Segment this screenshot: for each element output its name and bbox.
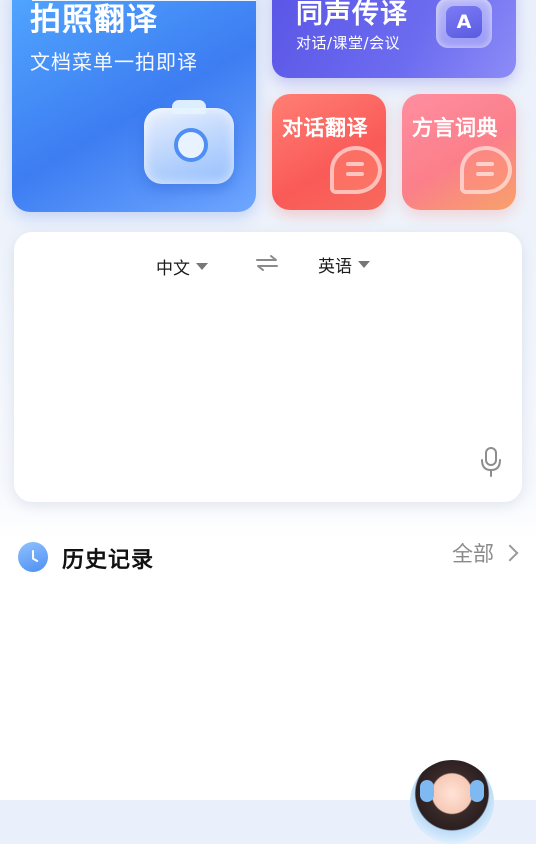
history-header: 历史记录 全部 (16, 538, 520, 578)
caret-down-icon (358, 261, 370, 268)
simultaneous-interpretation-title: 同声传译 (296, 0, 408, 30)
chevron-right-icon (501, 544, 519, 562)
dialect-dictionary-card[interactable]: 方言词典 (402, 94, 516, 210)
dialect-dictionary-title: 方言词典 (412, 116, 498, 140)
chat-bubble-icon (330, 146, 382, 194)
microphone-icon[interactable] (480, 446, 502, 478)
headphone-icon (420, 780, 434, 802)
camera-icon (144, 100, 234, 184)
translation-input-panel[interactable]: 中文 英语 (14, 232, 522, 502)
history-view-all-link[interactable]: 全部 (452, 538, 519, 568)
headphone-icon (470, 780, 484, 802)
chat-bubble-icon (460, 146, 512, 194)
source-language-label: 中文 (156, 259, 190, 279)
history-title: 历史记录 (62, 548, 155, 573)
target-language-label: 英语 (318, 257, 352, 277)
caret-down-icon (196, 263, 208, 270)
swap-icon[interactable] (254, 254, 280, 272)
clock-icon (18, 542, 48, 572)
dialog-translate-card[interactable]: 对话翻译 (272, 94, 386, 210)
assistant-avatar[interactable] (410, 760, 494, 844)
photo-translate-card[interactable]: 拍照翻译 文档菜单一拍即译 (12, 0, 256, 212)
photo-translate-subtitle: 文档菜单一拍即译 (30, 50, 198, 74)
dialog-translate-title: 对话翻译 (282, 116, 368, 140)
target-language-selector[interactable]: 英语 (318, 252, 370, 277)
simultaneous-interpretation-card[interactable]: 同声传译 对话/课堂/会议 A (272, 0, 516, 78)
history-all-label: 全部 (452, 542, 494, 566)
simultaneous-interpretation-subtitle: 对话/课堂/会议 (296, 34, 401, 52)
source-language-selector[interactable]: 中文 (156, 254, 208, 279)
photo-translate-title: 拍照翻译 (30, 2, 158, 38)
letter-a-glyph: A (446, 6, 482, 38)
letter-a-icon: A (436, 0, 492, 48)
